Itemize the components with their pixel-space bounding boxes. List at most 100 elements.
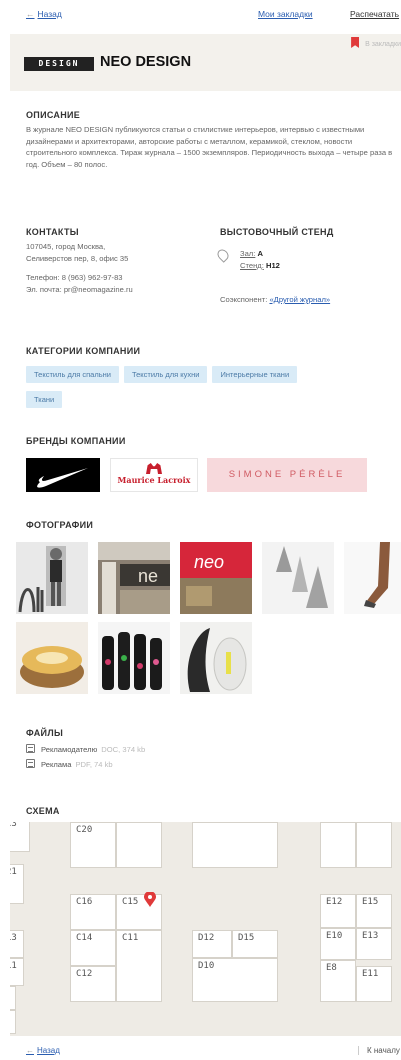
- photo-thumbnail[interactable]: ne: [98, 542, 170, 614]
- photo-thumbnail[interactable]: [16, 622, 88, 694]
- booth[interactable]: C14: [70, 930, 116, 966]
- description-heading: ОПИСАНИЕ: [26, 110, 81, 120]
- description-text: В журнале NEO DESIGN публикуются статьи …: [26, 125, 393, 169]
- booth[interactable]: C16: [70, 894, 116, 930]
- coexhibitor-label: Соэкспонент:: [220, 295, 268, 304]
- photo-ring-chair: [16, 622, 88, 694]
- booth[interactable]: [192, 822, 278, 868]
- booth[interactable]: [10, 986, 16, 1010]
- brand-maurice-lacroix-text: Maurice Lacroix: [117, 475, 191, 485]
- company-header: В закладки DESIGN NEO DESIGN: [10, 34, 401, 91]
- booth[interactable]: 13: [10, 930, 24, 958]
- footer-back-label: Назад: [37, 1046, 60, 1055]
- stand-value: H12: [265, 260, 280, 270]
- svg-text:ne: ne: [138, 566, 158, 586]
- file-item[interactable]: Рекламодателю DOC, 374 kb: [26, 744, 145, 754]
- add-to-bookmarks-label: В закладки: [365, 41, 401, 48]
- booth[interactable]: E13: [356, 928, 392, 960]
- file-meta: PDF, 74 kb: [75, 760, 113, 769]
- contacts-block: 107045, город Москва, Селиверстов пер, 8…: [26, 241, 133, 295]
- brand-maurice-lacroix-logo[interactable]: Maurice Lacroix: [110, 458, 198, 492]
- back-link-label: Назад: [37, 9, 62, 19]
- bookmark-flag-icon: [351, 37, 360, 48]
- hall-value: A: [257, 249, 263, 258]
- files-heading: ФАЙЛЫ: [26, 728, 64, 738]
- photo-glass-vases: [180, 622, 252, 694]
- footer-bar: ← Назад К началу: [0, 1044, 401, 1060]
- company-name: NEO DESIGN: [100, 54, 192, 70]
- booth[interactable]: C20: [70, 822, 116, 868]
- file-name: Реклама: [41, 760, 72, 769]
- category-tag[interactable]: Интерьерные ткани: [212, 366, 298, 383]
- booth[interactable]: 21: [10, 864, 24, 904]
- floor-plan-map[interactable]: C3 C20 21 C16 C15 13 C14 C11 D12 D15 11 …: [10, 822, 401, 1036]
- category-tag[interactable]: Текстиль для кухни: [123, 366, 208, 383]
- category-tag[interactable]: Ткани: [26, 391, 63, 408]
- photo-thumbnail[interactable]: [98, 622, 170, 694]
- stand-heading: ВЫСТОВОЧНЫЙ СТЕНД: [220, 227, 334, 237]
- booth[interactable]: C12: [70, 966, 116, 1002]
- brand-nike-logo[interactable]: [26, 458, 100, 492]
- photo-leg-shoe: [344, 542, 401, 614]
- file-meta: DOC, 374 kb: [101, 745, 146, 754]
- booth[interactable]: D10: [192, 958, 278, 1002]
- neo-sign-text: neo: [194, 552, 224, 572]
- photo-neo-storefront: ne: [98, 542, 170, 614]
- scheme-heading: СХЕМА: [26, 806, 60, 816]
- company-logo: DESIGN: [24, 57, 94, 71]
- coexhibitor-link[interactable]: «Другой журнал»: [269, 295, 330, 304]
- booth[interactable]: [320, 822, 356, 868]
- photos-heading: ФОТОГРАФИИ: [26, 520, 94, 530]
- file-item[interactable]: Реклама PDF, 74 kb: [26, 759, 113, 769]
- photo-thumbnail[interactable]: neo: [180, 542, 252, 614]
- photo-thumbnail[interactable]: [180, 622, 252, 694]
- my-bookmarks-link[interactable]: Мои закладки: [258, 9, 313, 19]
- print-link[interactable]: Распечатать: [350, 9, 399, 19]
- to-top-link[interactable]: К началу: [358, 1046, 400, 1055]
- booth[interactable]: C11: [116, 930, 162, 1002]
- booth[interactable]: 11: [10, 958, 24, 986]
- coexhibitor: Соэкспонент: «Другой журнал»: [220, 295, 330, 304]
- top-bar: ← Назад Мои закладки Распечатать: [0, 0, 401, 34]
- stand-label: Стенд:: [240, 260, 264, 270]
- footer-back-link[interactable]: ← Назад: [26, 1046, 60, 1055]
- location-pin-icon: [215, 247, 231, 263]
- photo-cone-objects: [262, 542, 334, 614]
- hall-label: Зал:: [240, 249, 256, 258]
- booth[interactable]: E15: [356, 894, 392, 928]
- photo-thumbnail[interactable]: [262, 542, 334, 614]
- booth[interactable]: D15: [232, 930, 278, 958]
- categories-heading: КАТЕГОРИИ КОМПАНИИ: [26, 346, 141, 356]
- back-link[interactable]: ← Назад: [26, 9, 62, 19]
- location-marker-icon: [144, 892, 156, 907]
- brand-simone-perele-logo[interactable]: SIMONE PÉRÈLE: [207, 458, 367, 492]
- contacts-heading: КОНТАКТЫ: [26, 227, 79, 237]
- booth[interactable]: [10, 1010, 16, 1034]
- photo-neo-sign-red: neo: [180, 542, 252, 614]
- booth[interactable]: D12: [192, 930, 232, 958]
- brands-heading: БРЕНДЫ КОМПАНИИ: [26, 436, 126, 446]
- address-line-1: 107045, город Москва,: [26, 242, 106, 251]
- add-to-bookmarks-button[interactable]: В закладки: [351, 37, 401, 48]
- maurice-lacroix-emblem-icon: [146, 463, 162, 474]
- nike-swoosh-icon: [37, 468, 88, 488]
- category-tag[interactable]: Текстиль для спальни: [26, 366, 119, 383]
- photo-thumbnail[interactable]: [16, 542, 88, 614]
- address-line-2: Селиверстов пер, 8, офис 35: [26, 253, 129, 263]
- photo-design-figure: [16, 542, 88, 614]
- booth[interactable]: E10: [320, 928, 356, 960]
- booth[interactable]: [116, 822, 162, 868]
- back-arrow-icon: ←: [26, 9, 35, 19]
- document-icon: [26, 744, 35, 753]
- booth[interactable]: E11: [356, 966, 392, 1002]
- booth[interactable]: [356, 822, 392, 868]
- booth[interactable]: E8: [320, 960, 356, 1002]
- booth[interactable]: C3: [10, 822, 30, 852]
- document-icon: [26, 759, 35, 768]
- email: Эл. почта: pr@neomagazine.ru: [26, 284, 133, 294]
- booth[interactable]: E12: [320, 894, 356, 928]
- photo-thumbnail[interactable]: [344, 542, 401, 614]
- stand-block: Зал: A Стенд: H12: [215, 247, 280, 271]
- photo-bottles: [98, 622, 170, 694]
- back-arrow-icon: ←: [26, 1046, 34, 1055]
